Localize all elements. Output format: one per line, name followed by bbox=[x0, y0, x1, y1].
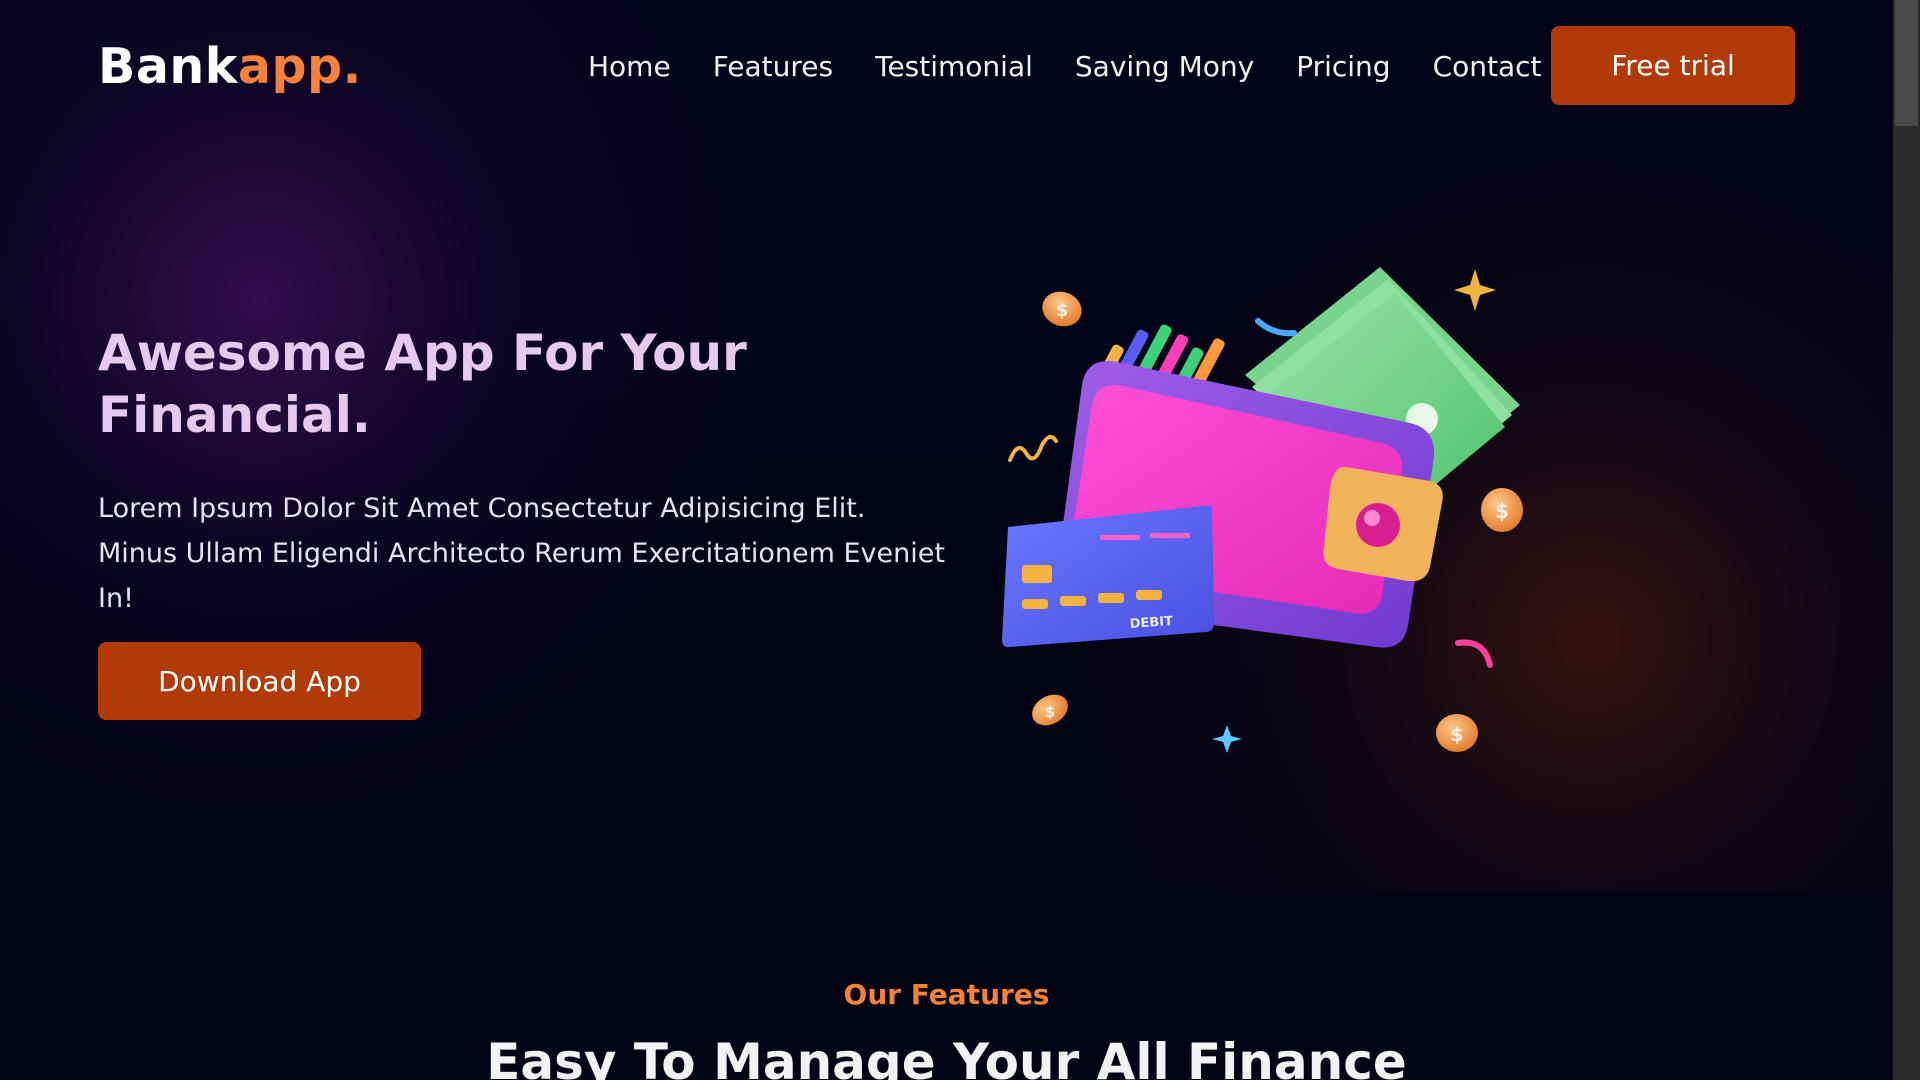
coin-symbol: $ bbox=[1495, 499, 1509, 523]
features-section: Our Features Easy To Manage Your All Fin… bbox=[0, 890, 1893, 1080]
logo[interactable]: Bankapp. bbox=[98, 38, 362, 95]
features-title: Easy To Manage Your All Finance bbox=[486, 1033, 1407, 1080]
main-nav: Home Features Testimonial Saving Mony Pr… bbox=[588, 50, 1584, 83]
logo-main-text: Bank bbox=[98, 38, 238, 95]
hero-description: Lorem Ipsum Dolor Sit Amet Consectetur A… bbox=[98, 493, 945, 614]
card-label: DEBIT bbox=[1129, 614, 1173, 632]
features-eyebrow: Our Features bbox=[843, 978, 1050, 1011]
nav-pricing[interactable]: Pricing bbox=[1296, 50, 1390, 83]
nav-contact[interactable]: Contact bbox=[1433, 50, 1542, 83]
nav-testimonial[interactable]: Testimonial bbox=[875, 50, 1033, 83]
coin-symbol: $ bbox=[1056, 300, 1069, 321]
site-header: Bankapp. Home Features Testimonial Savin… bbox=[0, 0, 1893, 136]
debit-card: DEBIT bbox=[1002, 505, 1214, 648]
vertical-scrollbar[interactable] bbox=[1893, 0, 1920, 1080]
nav-saving-mony[interactable]: Saving Mony bbox=[1075, 50, 1254, 83]
scrollbar-thumb[interactable] bbox=[1895, 0, 1918, 126]
landing-page: Bankapp. Home Features Testimonial Savin… bbox=[0, 0, 1893, 1080]
download-app-button[interactable]: Download App bbox=[98, 642, 421, 720]
wallet-icon: DEBIT $ $ $ $ bbox=[1002, 267, 1523, 753]
free-trial-button[interactable]: Free trial bbox=[1551, 26, 1795, 105]
nav-features[interactable]: Features bbox=[713, 50, 833, 83]
logo-accent-text: app. bbox=[237, 38, 362, 95]
nav-home[interactable]: Home bbox=[588, 50, 671, 83]
coin-symbol: $ bbox=[1450, 724, 1463, 746]
hero-title: Awesome App For Your Financial. bbox=[98, 324, 747, 444]
coin-symbol: $ bbox=[1045, 703, 1055, 721]
